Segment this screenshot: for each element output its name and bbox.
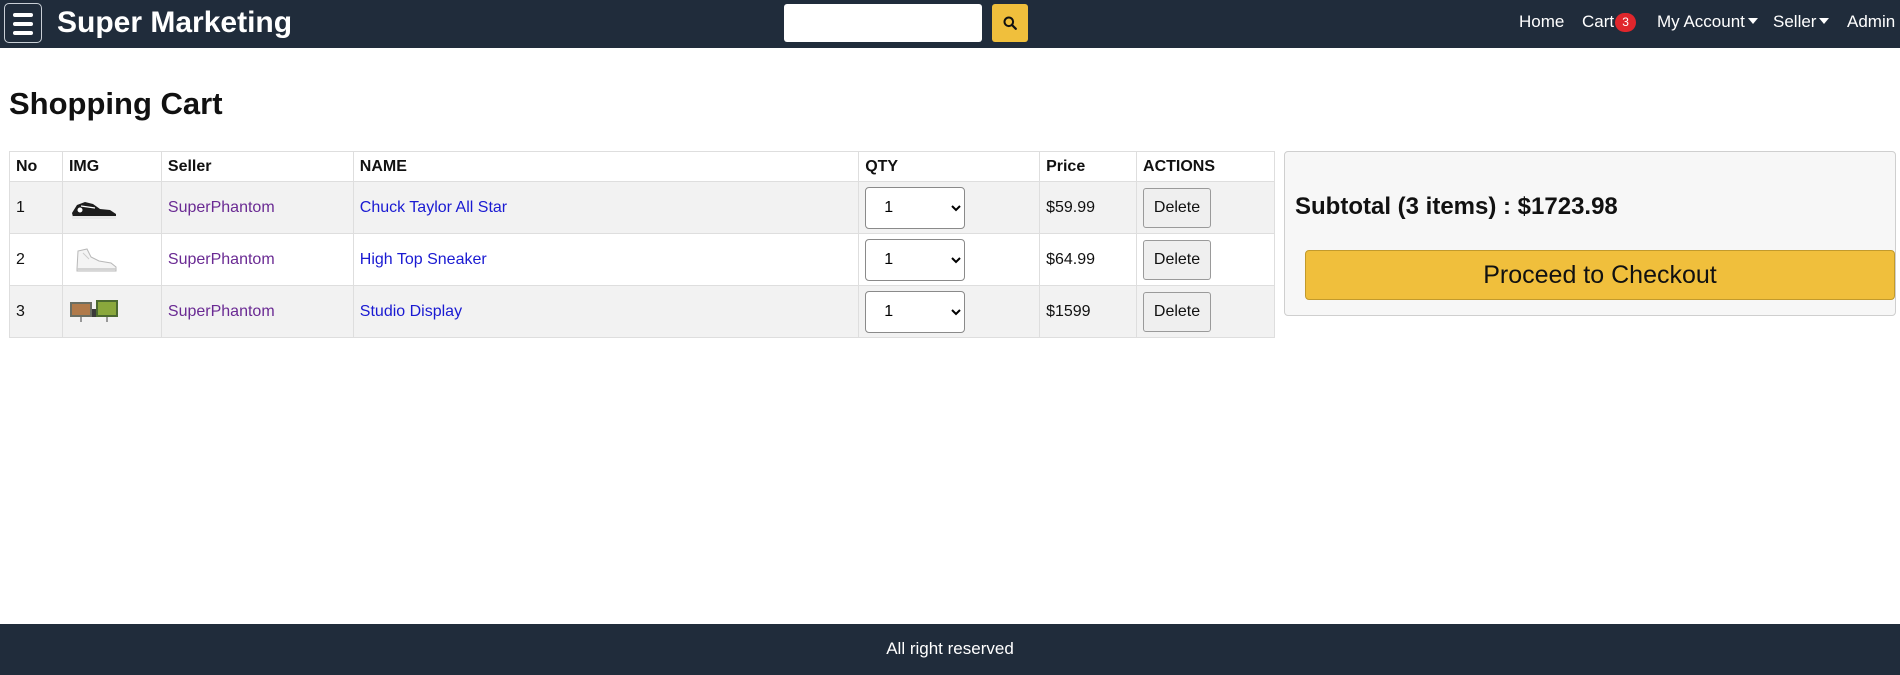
product-name-link[interactable]: Studio Display — [360, 303, 462, 320]
seller-link[interactable]: SuperPhantom — [168, 199, 275, 216]
cart-count-badge: 3 — [1615, 13, 1637, 32]
delete-button[interactable]: Delete — [1143, 239, 1212, 280]
quantity-select[interactable]: 1 — [865, 238, 966, 281]
column-header-seller: Seller — [160, 151, 354, 182]
row-number: 2 — [9, 233, 63, 286]
table-row: 1 SuperPhantom Chuck Taylor All Star 1 $… — [9, 181, 1275, 234]
footer-text: All right reserved — [886, 639, 1014, 658]
caret-down-icon — [1747, 18, 1758, 24]
seller-link[interactable]: SuperPhantom — [168, 303, 275, 320]
nav-seller-label: Seller — [1773, 12, 1817, 31]
product-name-link[interactable]: High Top Sneaker — [360, 251, 487, 268]
caret-down-icon — [1819, 18, 1830, 24]
delete-button[interactable]: Delete — [1143, 187, 1212, 228]
column-header-price: Price — [1039, 151, 1138, 182]
nav-seller-dropdown[interactable]: Seller — [1773, 0, 1830, 48]
nav-my-account-dropdown[interactable]: My Account — [1657, 0, 1758, 48]
price-cell: $1599 — [1039, 285, 1138, 338]
nav-home-link[interactable]: Home — [1519, 0, 1564, 48]
search-input[interactable] — [784, 4, 982, 42]
white-sneaker-thumbnail[interactable] — [69, 245, 119, 275]
table-row: 2 SuperPhantom High Top Sneaker 1 $64.99… — [9, 233, 1275, 286]
nav-cart-link[interactable]: Cart 3 — [1582, 0, 1637, 48]
monitor-thumbnail[interactable] — [69, 297, 119, 327]
search-button[interactable] — [992, 4, 1028, 42]
seller-link[interactable]: SuperPhantom — [168, 251, 275, 268]
cart-table: No IMG Seller NAME QTY Price ACTIONS 1 S… — [9, 151, 1275, 338]
brand-logo[interactable]: Super Marketing — [57, 5, 292, 41]
nav-cart-label: Cart — [1582, 12, 1615, 31]
top-navbar: Super Marketing Home Cart 3 My Account Se… — [0, 0, 1900, 48]
price-cell: $59.99 — [1039, 181, 1138, 234]
column-header-qty: QTY — [858, 151, 1041, 182]
delete-button[interactable]: Delete — [1143, 291, 1212, 332]
nav-admin-dropdown[interactable]: Admin — [1847, 0, 1895, 48]
table-row: 3 SuperPhantom Studio Display 1 $1599 De… — [9, 285, 1275, 338]
proceed-to-checkout-button[interactable]: Proceed to Checkout — [1305, 250, 1895, 300]
row-number: 3 — [9, 285, 63, 338]
table-header-row: No IMG Seller NAME QTY Price ACTIONS — [9, 151, 1275, 182]
page-title: Shopping Cart — [9, 86, 223, 121]
price-cell: $64.99 — [1039, 233, 1138, 286]
product-name-link[interactable]: Chuck Taylor All Star — [360, 199, 507, 216]
column-header-img: IMG — [61, 151, 162, 182]
subtotal-text: Subtotal (3 items) : $1723.98 — [1295, 193, 1618, 220]
black-sneaker-thumbnail[interactable] — [69, 193, 119, 223]
column-header-name: NAME — [352, 151, 860, 182]
nav-admin-label: Admin — [1847, 12, 1896, 31]
search-icon — [1003, 16, 1017, 30]
footer: All right reserved — [0, 624, 1900, 675]
row-number: 1 — [9, 181, 63, 234]
order-summary-panel: Subtotal (3 items) : $1723.98 Proceed to… — [1284, 151, 1896, 316]
column-header-actions: ACTIONS — [1136, 151, 1275, 182]
hamburger-icon[interactable] — [4, 3, 42, 43]
quantity-select[interactable]: 1 — [865, 290, 966, 333]
column-header-no: No — [9, 151, 63, 182]
quantity-select[interactable]: 1 — [865, 186, 966, 229]
nav-my-account-label: My Account — [1657, 12, 1745, 31]
